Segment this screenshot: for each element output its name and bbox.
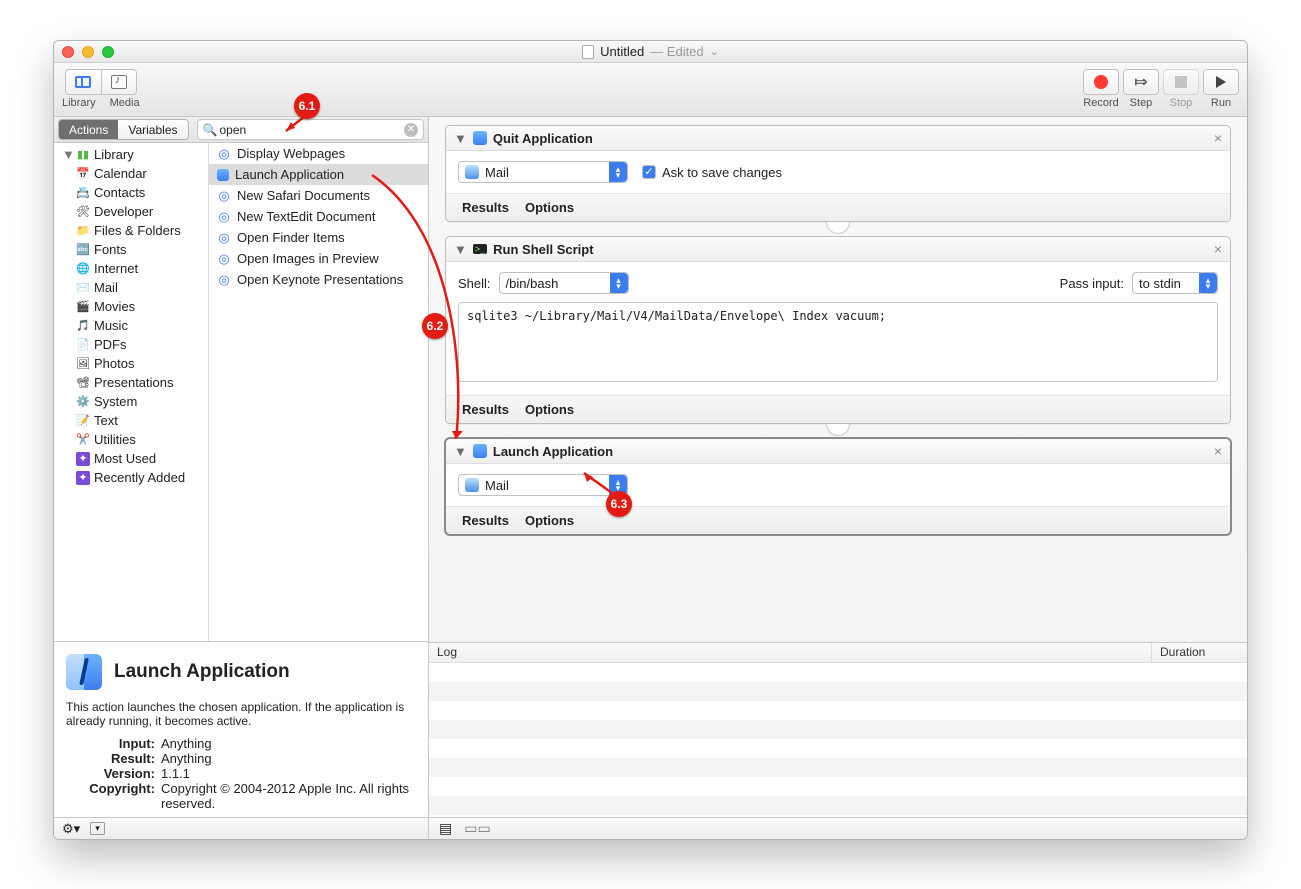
library-category[interactable]: 📄PDFs xyxy=(54,335,208,354)
media-panel-icon xyxy=(111,75,127,89)
info-description: This action launches the chosen applicat… xyxy=(66,700,416,728)
pass-input-selector[interactable]: to stdin▴▾ xyxy=(1132,272,1218,294)
library-category-tree[interactable]: ▼▮▮Library 📅Calendar📇Contacts🛠Developer📁… xyxy=(54,143,209,641)
library-root[interactable]: ▼▮▮Library xyxy=(54,145,208,164)
library-panel-icon xyxy=(75,76,91,88)
terminal-icon: >_ xyxy=(473,244,487,254)
library-category[interactable]: 🖼Photos xyxy=(54,354,208,373)
stop-icon xyxy=(1175,76,1187,88)
step-icon: ⤇ xyxy=(1134,72,1147,92)
duration-column-header[interactable]: Duration xyxy=(1152,643,1247,662)
remove-action-button[interactable]: × xyxy=(1214,130,1222,146)
flow-connector-icon xyxy=(826,424,850,436)
action-info-panel: Launch Application This action launches … xyxy=(54,641,428,817)
media-label: Media xyxy=(110,97,140,109)
library-recently-added[interactable]: ✦Recently Added xyxy=(54,468,208,487)
options-tab[interactable]: Options xyxy=(525,200,574,215)
automator-window: 6.1 6.2 6.3 Untitled — Edited ⌄ L xyxy=(53,40,1248,840)
titlebar: Untitled — Edited ⌄ xyxy=(54,41,1247,63)
library-category[interactable]: 🔤Fonts xyxy=(54,240,208,259)
record-label: Record xyxy=(1083,97,1118,109)
run-button[interactable] xyxy=(1203,69,1239,95)
step-label: Step xyxy=(1130,97,1153,109)
library-label: Library xyxy=(62,97,96,109)
mail-app-icon xyxy=(465,478,479,492)
tab-variables[interactable]: Variables xyxy=(118,120,187,139)
library-category[interactable]: 📽Presentations xyxy=(54,373,208,392)
library-category[interactable]: 🛠Developer xyxy=(54,202,208,221)
workflow-action-quit-application[interactable]: ▼Quit Application× Mail ▴▾ ✓Ask to save … xyxy=(445,125,1231,222)
marker-6-3: 6.3 xyxy=(606,491,632,517)
library-most-used[interactable]: ✦Most Used xyxy=(54,449,208,468)
library-category[interactable]: 🎵Music xyxy=(54,316,208,335)
tab-actions[interactable]: Actions xyxy=(59,120,118,139)
workflow-action-run-shell-script[interactable]: ▼>_Run Shell Script× Shell: /bin/bash▴▾ … xyxy=(445,236,1231,424)
document-proxy-icon[interactable] xyxy=(582,45,594,59)
ask-save-checkbox[interactable]: ✓Ask to save changes xyxy=(642,165,782,180)
run-icon xyxy=(1216,76,1226,88)
log-view-list-icon[interactable]: ▤ xyxy=(439,820,452,837)
shell-selector[interactable]: /bin/bash▴▾ xyxy=(499,272,629,294)
library-category[interactable]: ✉️Mail xyxy=(54,278,208,297)
hide-info-icon[interactable]: ▾ xyxy=(90,822,105,835)
marker-6-1: 6.1 xyxy=(294,93,320,119)
library-category[interactable]: 📁Files & Folders xyxy=(54,221,208,240)
workflow-canvas[interactable]: ▼Quit Application× Mail ▴▾ ✓Ask to save … xyxy=(429,117,1247,642)
toolbar: Library Media Record ⤇ Step Stop Run xyxy=(54,63,1247,117)
stop-label: Stop xyxy=(1170,97,1193,109)
marker-6-2: 6.2 xyxy=(422,313,448,339)
log-column-header[interactable]: Log xyxy=(429,643,1152,662)
remove-action-button[interactable]: × xyxy=(1214,443,1222,459)
search-icon: 🔍 xyxy=(203,123,218,137)
log-view-flow-icon[interactable]: ▭▭ xyxy=(464,820,490,837)
flow-connector-icon xyxy=(826,222,850,234)
clear-search-button[interactable]: ✕ xyxy=(404,123,418,137)
log-panel: Log Duration xyxy=(429,642,1247,817)
library-toggle-button[interactable] xyxy=(65,69,101,95)
library-category[interactable]: 🌐Internet xyxy=(54,259,208,278)
workflow-action-launch-application[interactable]: ▼Launch Application× Mail ▴▾ ResultsOpti… xyxy=(445,438,1231,535)
finder-mini-icon xyxy=(473,131,487,145)
info-title: Launch Application xyxy=(114,661,290,683)
workflow-footer: ▤ ▭▭ xyxy=(429,817,1247,839)
record-icon xyxy=(1094,75,1108,89)
library-category[interactable]: ✂️Utilities xyxy=(54,430,208,449)
gear-icon[interactable]: ⚙︎▾ xyxy=(62,821,80,837)
record-button[interactable] xyxy=(1083,69,1119,95)
title-menu-chevron-icon[interactable]: ⌄ xyxy=(710,45,719,58)
options-tab[interactable]: Options xyxy=(525,402,574,417)
library-category[interactable]: ⚙️System xyxy=(54,392,208,411)
library-footer: ⚙︎▾ ▾ xyxy=(54,817,428,839)
action-result[interactable]: ◎Display Webpages xyxy=(209,143,428,164)
library-mode-segmented[interactable]: Actions Variables xyxy=(58,119,189,140)
remove-action-button[interactable]: × xyxy=(1214,241,1222,257)
stop-button[interactable] xyxy=(1163,69,1199,95)
window-title: Untitled xyxy=(600,44,644,59)
step-button[interactable]: ⤇ xyxy=(1123,69,1159,95)
disclosure-icon[interactable]: ▼ xyxy=(454,131,467,146)
library-category[interactable]: 📇Contacts xyxy=(54,183,208,202)
window-edited-indicator: — Edited xyxy=(650,44,703,59)
library-category[interactable]: 🎬Movies xyxy=(54,297,208,316)
run-label: Run xyxy=(1211,97,1231,109)
options-tab[interactable]: Options xyxy=(525,513,574,528)
finder-mini-icon xyxy=(473,444,487,458)
results-tab[interactable]: Results xyxy=(462,513,509,528)
finder-app-icon xyxy=(66,654,102,690)
library-category[interactable]: 📝Text xyxy=(54,411,208,430)
log-rows xyxy=(429,663,1247,817)
library-category[interactable]: 📅Calendar xyxy=(54,164,208,183)
shell-script-textarea[interactable] xyxy=(458,302,1218,382)
app-selector[interactable]: Mail ▴▾ xyxy=(458,161,628,183)
media-toggle-button[interactable] xyxy=(101,69,137,95)
